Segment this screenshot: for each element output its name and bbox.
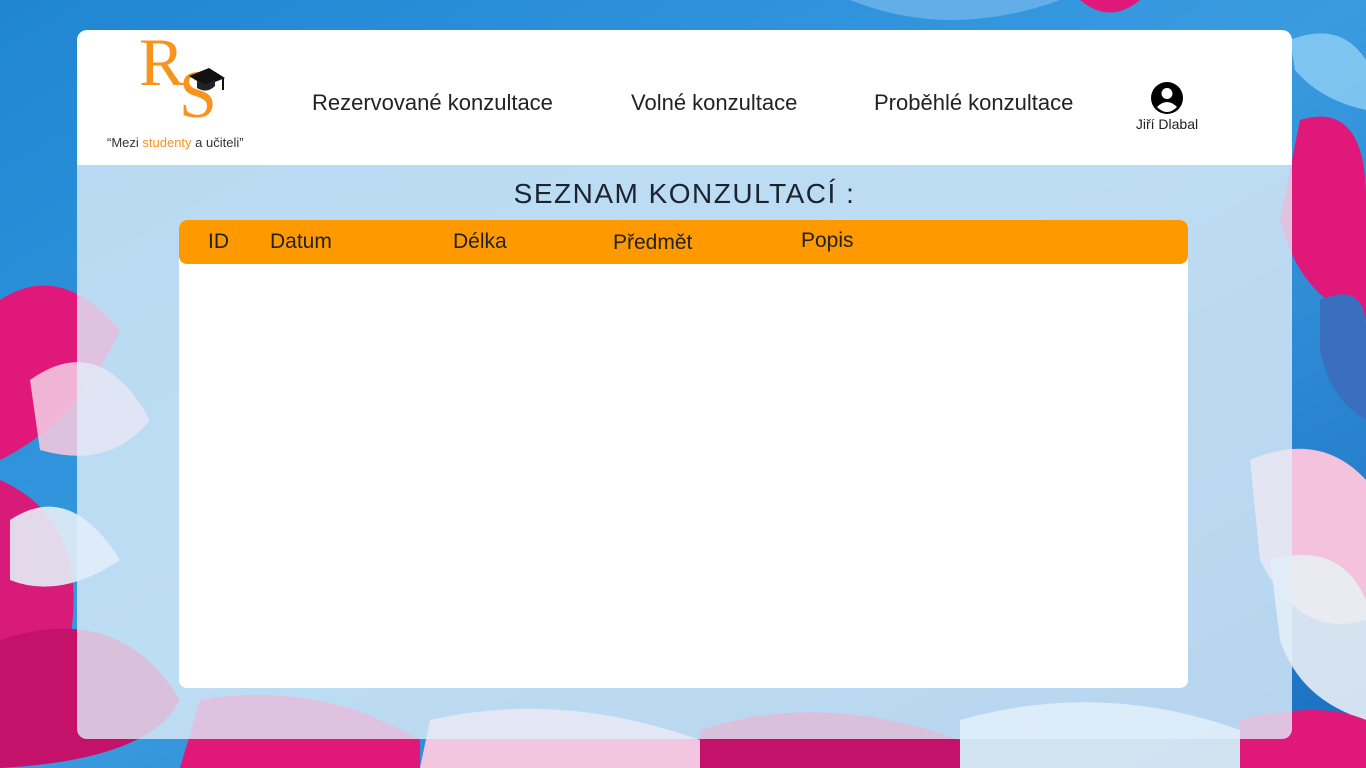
slogan-accent: studenty: [142, 135, 192, 150]
slogan-suffix: a učiteli”: [191, 135, 244, 150]
column-header-id[interactable]: ID: [208, 230, 229, 254]
app-logo[interactable]: R S: [135, 30, 235, 132]
slogan-prefix: “Mezi: [107, 135, 143, 150]
graduation-cap-icon: [189, 68, 225, 91]
user-name: Jiří Dlabal: [1135, 116, 1199, 132]
app-slogan: “Mezi studenty a učiteli”: [107, 135, 244, 150]
user-profile-button[interactable]: Jiří Dlabal: [1130, 81, 1204, 132]
column-header-subject[interactable]: Předmět: [613, 231, 692, 255]
column-header-date[interactable]: Datum: [270, 230, 332, 254]
table-body: [179, 264, 1188, 688]
page-title: SEZNAM KONZULTACÍ :: [513, 178, 856, 209]
consultations-table: ID Datum Délka Předmět Popis: [179, 220, 1188, 688]
column-header-description[interactable]: Popis: [801, 229, 854, 253]
app-window: R S “Mezi studenty a učiteli” Rezervovan…: [77, 30, 1292, 739]
nav-free-consultations[interactable]: Volné konzultace: [631, 90, 797, 116]
nav-past-consultations[interactable]: Proběhlé konzultace: [874, 90, 1073, 116]
table-header: ID Datum Délka Předmět Popis: [179, 220, 1188, 264]
account-circle-icon: [1151, 82, 1183, 114]
column-header-length[interactable]: Délka: [453, 230, 507, 254]
logo-letter-r: R: [139, 30, 185, 100]
nav-reserved-consultations[interactable]: Rezervované konzultace: [312, 90, 553, 116]
top-navigation-bar: R S “Mezi studenty a učiteli” Rezervovan…: [77, 30, 1292, 165]
